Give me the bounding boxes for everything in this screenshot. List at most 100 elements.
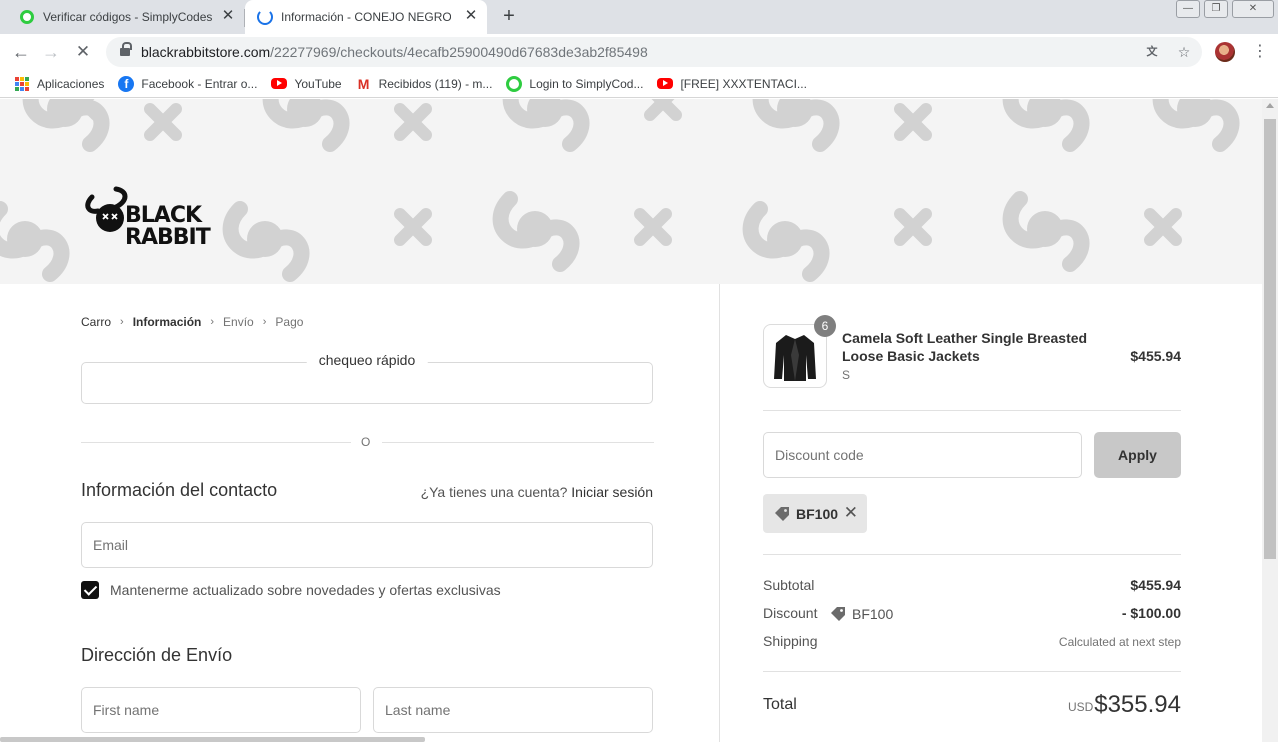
browser-toolbar: ← → ✕ blackrabbitstore.com/22277969/chec… <box>0 34 1278 70</box>
or-divider-left <box>81 442 351 443</box>
logo-text-rabbit: RABBIT <box>125 225 211 250</box>
loading-spinner-icon <box>257 9 273 25</box>
chevron-right-icon: › <box>210 316 215 328</box>
column-divider <box>719 284 720 742</box>
summary-divider <box>763 671 1181 672</box>
profile-avatar[interactable] <box>1215 42 1235 62</box>
bookmark-label: YouTube <box>294 76 342 91</box>
horizontal-scrollbar-thumb[interactable] <box>0 737 425 742</box>
stop-loading-icon[interactable]: ✕ <box>72 41 94 63</box>
or-separator-text: O <box>361 435 371 449</box>
bookmark-youtube-video[interactable]: [FREE] XXXTENTACI... <box>657 76 807 91</box>
url-path: /22277969/checkouts/4ecafb25900490d67683… <box>270 44 648 60</box>
subtotal-label: Subtotal <box>763 577 815 593</box>
applied-discount-tag: BF100 ✕ <box>763 494 867 533</box>
first-name-field[interactable]: First name <box>81 687 361 733</box>
discount-label: Discount <box>763 605 818 621</box>
new-tab-button[interactable]: + <box>498 5 520 27</box>
tab-title: Información - CONEJO NEGRO - <box>281 10 451 24</box>
bookmark-gmail[interactable]: M Recibidos (119) - m... <box>356 76 493 92</box>
breadcrumb-shipping: Envío <box>223 315 254 329</box>
black-rabbit-logo[interactable]: BLACK RABBIT <box>80 185 240 255</box>
newsletter-option[interactable]: Mantenerme actualizado sobre novedades y… <box>81 581 501 599</box>
jacket-image <box>774 335 816 381</box>
checkout-page: BLACK RABBIT Carro › Información › Envío… <box>0 99 1262 742</box>
bookmark-label: Login to SimplyCod... <box>529 76 644 91</box>
shipping-value: Calculated at next step <box>1058 635 1181 649</box>
breadcrumb-payment: Pago <box>275 315 304 329</box>
address-bar[interactable]: blackrabbitstore.com/22277969/checkouts/… <box>106 37 1202 67</box>
bookmark-label: [FREE] XXXTENTACI... <box>680 76 807 91</box>
menu-kebab-icon[interactable]: ⋮ <box>1252 42 1268 62</box>
contact-section-title: Información del contacto <box>81 480 278 500</box>
account-prompt: ¿Ya tienes una cuenta? Iniciar sesión <box>421 484 653 500</box>
newsletter-checkbox[interactable] <box>81 581 99 599</box>
scroll-up-arrow-icon[interactable] <box>1266 103 1274 108</box>
remove-discount-icon[interactable]: ✕ <box>844 503 858 523</box>
tab-strip: Verificar códigos - SimplyCodes ✕ Inform… <box>0 0 1278 34</box>
translate-icon[interactable]: 文 <box>1144 44 1160 60</box>
product-price: $455.94 <box>1130 348 1181 364</box>
minimize-button[interactable]: — <box>1176 0 1200 18</box>
back-arrow-icon[interactable]: ← <box>10 41 32 63</box>
applied-code-text: BF100 <box>796 505 839 522</box>
bookmarks-bar: Aplicaciones f Facebook - Entrar o... Yo… <box>0 70 1278 98</box>
total-value: $355.94 <box>1094 691 1181 718</box>
rabbit-logo-icon <box>85 186 128 232</box>
breadcrumb-cart[interactable]: Carro <box>81 315 111 329</box>
shipping-section-title: Dirección de Envío <box>81 645 233 665</box>
restore-button[interactable]: ❐ <box>1204 0 1228 18</box>
chevron-right-icon: › <box>120 316 124 328</box>
last-name-field[interactable]: Last name <box>373 687 653 733</box>
newsletter-label: Mantenerme actualizado sobre novedades y… <box>110 582 501 598</box>
discount-code-text: BF100 <box>852 606 894 622</box>
forward-arrow-icon[interactable]: → <box>40 41 62 63</box>
subtotal-value: $455.94 <box>1130 577 1181 593</box>
bookmark-apps[interactable]: Aplicaciones <box>14 76 104 92</box>
vertical-scrollbar[interactable] <box>1262 99 1278 742</box>
chevron-right-icon: › <box>262 316 267 328</box>
discount-code-display: BF100 <box>830 606 893 622</box>
star-icon[interactable]: ☆ <box>1176 44 1192 60</box>
lock-icon[interactable] <box>120 42 132 58</box>
login-link[interactable]: Iniciar sesión <box>571 484 653 500</box>
store-banner: BLACK RABBIT <box>0 99 1262 284</box>
close-icon[interactable]: ✕ <box>220 8 236 24</box>
apps-grid-icon <box>14 76 30 92</box>
scrollbar-thumb[interactable] <box>1264 119 1276 559</box>
youtube-icon <box>271 78 288 89</box>
bookmark-simplycodes[interactable]: Login to SimplyCod... <box>506 75 644 92</box>
apply-discount-button[interactable]: Apply <box>1094 432 1181 478</box>
product-name: Camela Soft Leather Single Breasted Loos… <box>842 330 1088 364</box>
or-divider-right <box>382 442 654 443</box>
url-host: blackrabbitstore.com <box>141 44 271 60</box>
summary-divider <box>763 554 1181 555</box>
bookmark-label: Facebook - Entrar o... <box>141 76 258 91</box>
tab-simplycodes[interactable]: Verificar códigos - SimplyCodes ✕ <box>8 0 244 34</box>
youtube-icon <box>657 78 674 89</box>
tag-icon <box>831 607 845 621</box>
close-icon[interactable]: ✕ <box>463 8 479 24</box>
simplycodes-icon <box>20 10 34 24</box>
email-field[interactable]: Email <box>81 522 653 568</box>
url-text[interactable]: blackrabbitstore.com/22277969/checkouts/… <box>141 37 648 67</box>
product-variant: S <box>842 368 851 382</box>
breadcrumb: Carro › Información › Envío › Pago <box>81 315 303 329</box>
bookmark-youtube[interactable]: YouTube <box>271 76 342 91</box>
shipping-label: Shipping <box>763 633 818 649</box>
bookmark-label: Aplicaciones <box>37 76 105 91</box>
tab-conejo-negro[interactable]: Información - CONEJO NEGRO - ✕ <box>245 0 487 34</box>
discount-code-input[interactable]: Discount code <box>763 432 1082 478</box>
bookmark-facebook[interactable]: f Facebook - Entrar o... <box>118 75 258 92</box>
account-question: ¿Ya tienes una cuenta? <box>420 484 568 500</box>
tag-icon <box>775 506 789 521</box>
window-close-button[interactable]: ✕ <box>1232 0 1274 18</box>
quantity-badge: 6 <box>814 315 836 337</box>
total-label: Total <box>763 696 797 713</box>
discount-value: - $100.00 <box>1121 605 1181 621</box>
window-controls: — ❐ ✕ <box>1176 0 1274 18</box>
express-checkout-box <box>81 362 653 404</box>
gmail-icon: M <box>357 75 370 92</box>
facebook-icon: f <box>118 75 135 92</box>
simplycodes-icon <box>506 75 523 92</box>
